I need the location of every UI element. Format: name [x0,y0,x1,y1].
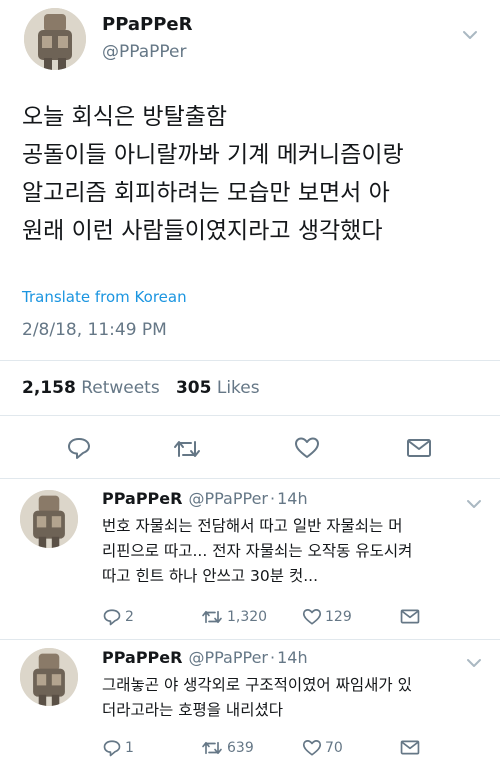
reply-text: 번호 자물쇠는 전담해서 따고 일반 자물쇠는 머 리핀으로 따고... 전자 … [102,514,490,589]
display-name[interactable]: PPaPPeR [102,14,193,35]
separator-dot: · [269,648,276,667]
reply-text-line: 더라고라는 호평을 내리셨다 [102,701,283,719]
message-action[interactable] [400,739,423,756]
reply-time[interactable]: 14h [277,489,308,508]
retweet-count: 1,320 [227,609,268,625]
reply-action[interactable]: 2 [102,608,134,626]
reply-time[interactable]: 14h [277,648,308,667]
reply-action[interactable]: 1 [102,739,134,757]
reply-text-line: 따고 힌트 하나 안쓰고 30분 컷... [102,567,318,585]
reply-tweet[interactable]: PPaPPeR @PPaPPer · 14h 번호 자물쇠는 전담해서 따고 일반 자… [0,480,500,640]
main-tweet: PPaPPeR @PPaPPer 오늘 회식은 방탈출함 공돌이들 아니랄까봐 … [0,0,500,480]
tweet-stats: 2,158 Retweets 305 Likes [22,378,260,398]
reply-text-line: 리핀으로 따고... 전자 자물쇠는 오작동 유도시켜 [102,542,413,560]
tweet-timestamp[interactable]: 2/8/18, 11:49 PM [22,320,167,340]
avatar-image [24,8,86,70]
like-action[interactable]: 70 [302,739,343,757]
reply-tweet[interactable]: PPaPPeR @PPaPPer · 14h 그래놓곤 야 생각외로 구조적이였어 짜… [0,640,500,767]
display-name[interactable]: PPaPPeR [102,648,182,667]
reply-text-line: 그래놓곤 야 생각외로 구조적이였어 짜임새가 있 [102,676,412,694]
likes-label[interactable]: Likes [217,378,260,398]
retweet-icon[interactable] [172,437,202,461]
like-count: 70 [325,740,343,756]
reply-text-line: 번호 자물쇠는 전담해서 따고 일반 자물쇠는 머 [102,517,403,535]
retweet-icon [202,610,222,624]
display-name[interactable]: PPaPPeR [102,489,182,508]
retweets-count[interactable]: 2,158 [22,378,76,398]
reply-count: 2 [125,609,134,625]
retweet-count: 639 [227,740,254,756]
retweet-action[interactable]: 639 [200,739,254,757]
avatar-image [20,648,78,706]
message-icon [400,740,420,755]
like-icon[interactable] [294,436,320,460]
reply-icon [103,740,121,757]
avatar[interactable] [24,8,86,70]
avatar[interactable] [20,490,78,548]
divider [0,415,500,416]
divider [0,478,500,479]
tweet-text-line: 알고리즘 회피하려는 모습만 보면서 아 [22,180,390,206]
like-count: 129 [325,609,352,625]
tweet-text: 오늘 회식은 방탈출함 공돌이들 아니랄까봐 기계 메커니즘이랑 알고리즘 회피… [22,98,492,250]
reply-count: 1 [125,740,134,756]
chevron-down-icon[interactable] [462,26,478,39]
reply-icon [103,609,121,626]
message-action[interactable] [400,608,423,625]
retweet-icon [202,741,222,755]
tweet-text-line: 공돌이들 아니랄까봐 기계 메커니즘이랑 [22,142,404,168]
like-icon [302,609,322,625]
reply-icon[interactable] [66,436,92,460]
reply-text: 그래놓곤 야 생각외로 구조적이였어 짜임새가 있 더라고라는 호평을 내리셨다 [102,673,490,723]
user-handle[interactable]: @PPaPPer [188,489,268,508]
likes-count[interactable]: 305 [176,378,212,398]
message-icon[interactable] [406,437,432,459]
divider [0,360,500,361]
avatar-image [20,490,78,548]
user-handle[interactable]: @PPaPPer [102,42,187,62]
reply-header: PPaPPeR @PPaPPer · 14h [102,489,308,508]
tweet-text-line: 원래 이런 사람들이였지라고 생각했다 [22,218,383,244]
separator-dot: · [269,489,276,508]
chevron-down-icon[interactable] [466,654,482,667]
chevron-down-icon[interactable] [466,495,482,508]
like-action[interactable]: 129 [302,608,352,626]
tweet-text-line: 오늘 회식은 방탈출함 [22,104,228,130]
retweet-action[interactable]: 1,320 [200,608,267,626]
like-icon [302,740,322,756]
user-handle[interactable]: @PPaPPer [188,648,268,667]
avatar[interactable] [20,648,78,706]
message-icon [400,609,420,624]
retweets-label[interactable]: Retweets [81,378,160,398]
reply-header: PPaPPeR @PPaPPer · 14h [102,648,308,667]
translate-link[interactable]: Translate from Korean [22,288,187,306]
